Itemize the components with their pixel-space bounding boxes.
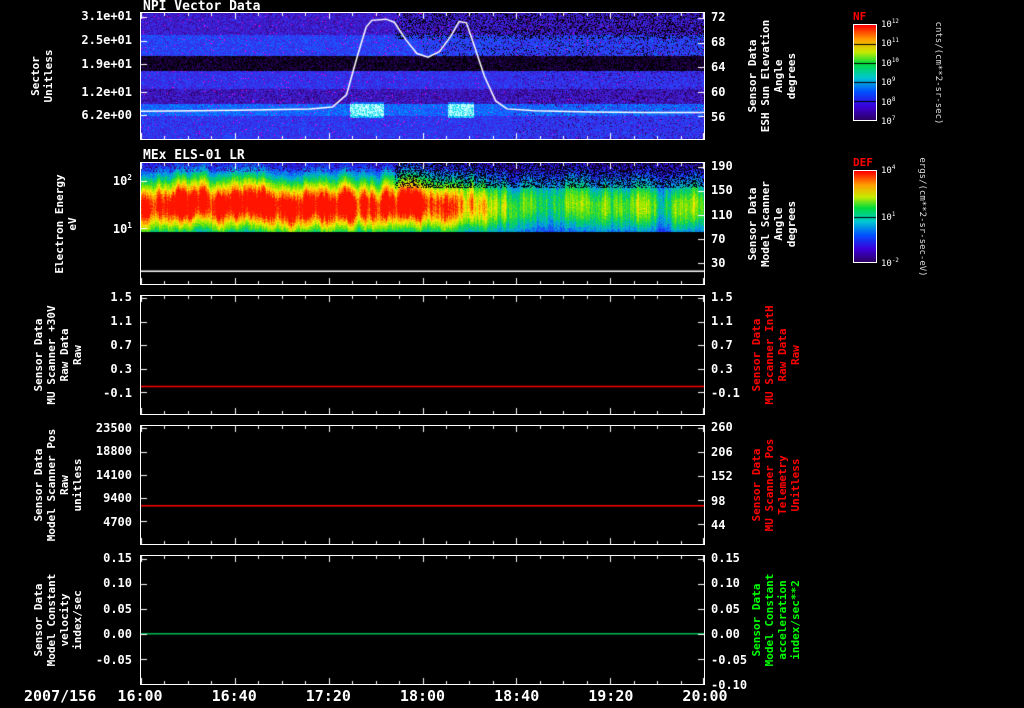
x-tick-label: 16:40 bbox=[211, 687, 257, 705]
panel-2-ylabel-right: Sensor Data Model Scanner Angle degrees bbox=[746, 180, 798, 267]
def-colorbar-canvas bbox=[854, 171, 876, 262]
panel-2-ytick-right: 70 bbox=[711, 231, 726, 246]
x-tick-label: 16:00 bbox=[117, 687, 163, 705]
panel-1-ytick-left: 1.2e+01 bbox=[81, 85, 132, 99]
nf-colorbar-tick: 108 bbox=[881, 96, 896, 108]
panel-5-box bbox=[140, 555, 705, 685]
panel-4-canvas bbox=[141, 426, 704, 544]
panel-5-ylabel-left: Sensor Data Model Constant velocity index/s… bbox=[32, 573, 84, 667]
panel-1-ytick-right: 60 bbox=[711, 84, 726, 99]
def-colorbar-tick: 104 bbox=[881, 165, 896, 176]
panel-5-ytick-right: 0.10 bbox=[711, 576, 740, 591]
panel-1-ytick-right: 64 bbox=[711, 59, 726, 74]
x-tick-label: 19:20 bbox=[588, 687, 634, 705]
panel-5-ytick-right: 0.15 bbox=[711, 550, 740, 565]
nf-colorbar-tick: 109 bbox=[881, 77, 896, 89]
panel-5-canvas bbox=[141, 556, 704, 684]
nf-colorbar-tick: 107 bbox=[881, 116, 896, 127]
panel-3-ytick-right: -0.1 bbox=[711, 385, 740, 400]
x-tick-label: 18:40 bbox=[494, 687, 540, 705]
panel-4-ytick-right: 152 bbox=[711, 469, 733, 484]
x-tick-label: 17:20 bbox=[305, 687, 351, 705]
panel-3-box bbox=[140, 295, 705, 415]
panel-1-ytick-right: 56 bbox=[711, 109, 726, 124]
panel-4-ytick-right: 44 bbox=[711, 518, 726, 533]
panel-2-ytick-right: 30 bbox=[711, 256, 726, 271]
nf-colorbar-title: NF bbox=[853, 10, 867, 23]
panel-4-ylabel-left: Sensor Data Model Scanner Pos Raw unitless bbox=[32, 428, 84, 542]
plot-figure: NPI Vector Data MEx ELS-01 LR 2007/156 3… bbox=[0, 0, 1024, 708]
panel-5-ytick-right: 0.05 bbox=[711, 601, 740, 616]
panel-3-ylabel-left: Sensor Data MU Scanner +30V Raw Data Raw bbox=[32, 305, 84, 405]
def-colorbar-title: DEF bbox=[853, 156, 873, 169]
nf-colorbar-tick: 1012 bbox=[881, 19, 899, 30]
panel-5-ylabel-right: Sensor Data Model Constant acceleration ind… bbox=[750, 573, 802, 667]
panel-2-ytick-right: 110 bbox=[711, 207, 733, 222]
panel-1-ytick-left: 3.1e+01 bbox=[81, 9, 132, 23]
panel-2-canvas bbox=[141, 163, 704, 284]
def-colorbar-tick: 10-2 bbox=[881, 258, 899, 269]
def-colorbar-tick: 101 bbox=[881, 211, 896, 223]
nf-colorbar bbox=[853, 24, 877, 121]
panel-5-ytick-right: -0.05 bbox=[711, 652, 748, 667]
panel-3-ylabel-right: Sensor Data MU Scanner IntH Raw Data Raw bbox=[750, 305, 802, 405]
date-label: 2007/156 bbox=[24, 687, 97, 705]
panel-5-ytick-right: 0.00 bbox=[711, 627, 740, 642]
panel-4-ytick-right: 98 bbox=[711, 493, 726, 508]
panel-1-canvas bbox=[141, 13, 704, 139]
panel-1-ytick-right: 72 bbox=[711, 9, 726, 24]
panel-4-ytick-right: 260 bbox=[711, 420, 733, 435]
panel-1-box bbox=[140, 12, 705, 140]
def-colorbar-units: ergs/(cm**2-sr-sec-eV) bbox=[917, 156, 927, 277]
panel-1-ytick-left: 1.9e+01 bbox=[81, 57, 132, 71]
nf-colorbar-tick: 1010 bbox=[881, 57, 899, 69]
panel-5-ytick-left: 0.15 bbox=[103, 550, 132, 565]
panel-2-title: MEx ELS-01 LR bbox=[143, 148, 245, 163]
panel-2-ytick-right: 190 bbox=[711, 159, 733, 173]
panel-4-ytick-right: 206 bbox=[711, 444, 733, 459]
nf-colorbar-units: cnts/(cm**2-sr-sec) bbox=[933, 21, 943, 124]
panel-3-canvas bbox=[141, 296, 704, 414]
nf-colorbar-canvas bbox=[854, 25, 876, 120]
panel-1-ylabel-right: Sensor Data ESH Sun Elevation Angle degrees bbox=[746, 19, 798, 133]
panel-4-ylabel-right: Sensor Data MU Scanner Pos Telemetry Unitle… bbox=[750, 438, 802, 532]
nf-colorbar-tick: 1011 bbox=[881, 38, 899, 50]
panel-3-ytick-right: 1.5 bbox=[711, 290, 733, 305]
panel-3-ytick-right: 0.7 bbox=[711, 338, 733, 353]
panel-2-ytick-right: 150 bbox=[711, 183, 733, 198]
panel-1-ytick-left: 2.5e+01 bbox=[81, 33, 132, 47]
panel-1-ytick-left: 6.2e+00 bbox=[81, 108, 132, 123]
panel-3-ytick-right: 1.1 bbox=[711, 314, 733, 329]
panel-1-ylabel-left: Sector Unitless bbox=[29, 49, 55, 103]
panel-3-ytick-right: 0.3 bbox=[711, 362, 733, 377]
panel-2-box bbox=[140, 162, 705, 285]
panel-3-ytick-left: 1.5 bbox=[110, 290, 132, 305]
x-tick-label: 18:00 bbox=[399, 687, 446, 705]
x-tick-label: 20:00 bbox=[682, 687, 728, 705]
panel-1-ytick-right: 68 bbox=[711, 34, 726, 49]
def-colorbar bbox=[853, 170, 877, 263]
panel-4-box bbox=[140, 425, 705, 545]
panel-2-ylabel-left: Electron Energy eV bbox=[53, 173, 79, 274]
